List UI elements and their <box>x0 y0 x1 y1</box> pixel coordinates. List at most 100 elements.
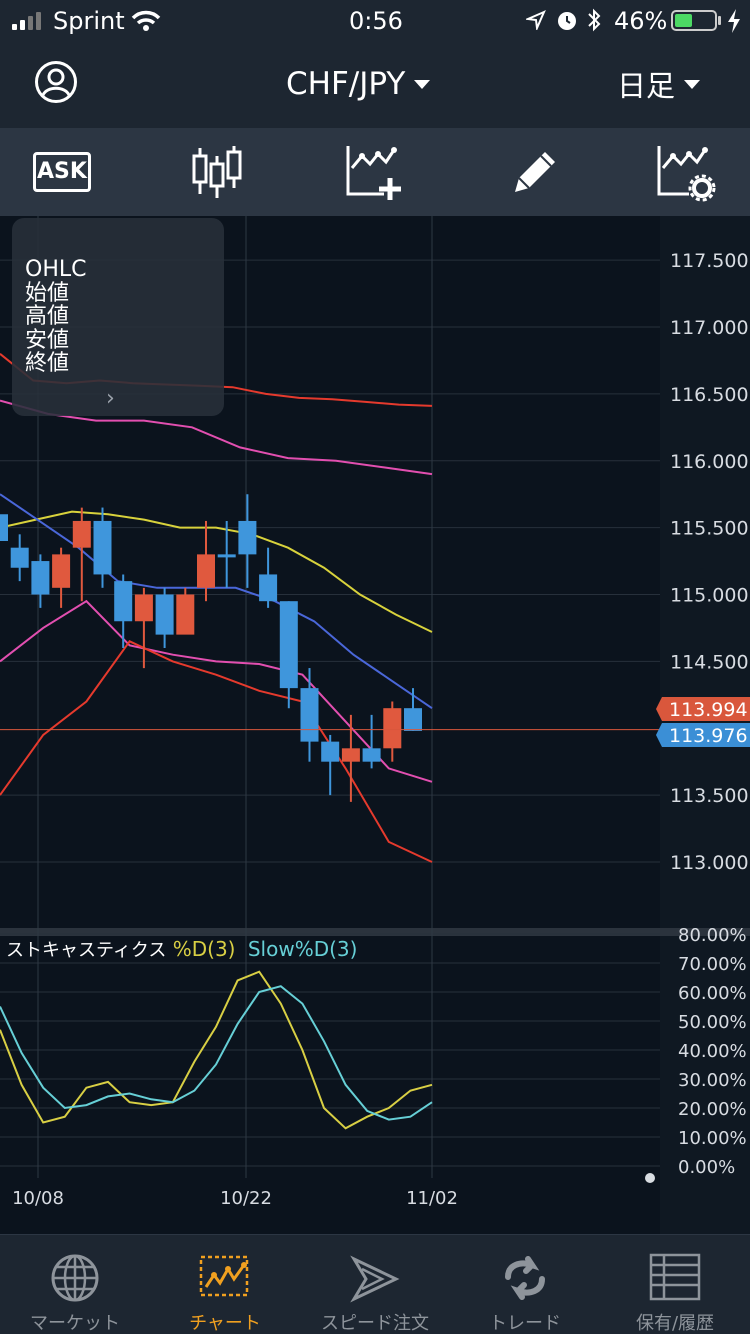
stochastics-d-label: %D(3) <box>172 937 236 961</box>
price-axis-label: 115.000 <box>670 585 749 607</box>
battery-tip <box>718 16 721 25</box>
price-axis-label: 114.500 <box>670 651 749 673</box>
ask-price-tag-arrow <box>656 697 662 721</box>
candle-body <box>362 748 381 762</box>
stochastic-axis-label: 30.00% <box>678 1070 747 1091</box>
price-axis-label: 117.000 <box>670 317 749 339</box>
chevron-right-icon[interactable]: › <box>106 386 115 411</box>
battery-percent: 46% <box>614 7 668 35</box>
price-axis-label: 115.500 <box>670 518 749 540</box>
candle-body <box>300 688 319 742</box>
draw-pencil-icon[interactable] <box>503 142 565 204</box>
candlestick-icon[interactable] <box>186 142 248 204</box>
bluetooth-icon <box>588 8 601 32</box>
tab-chart[interactable]: チャート <box>150 1235 300 1334</box>
candle-body <box>155 594 174 635</box>
stochastic-axis-label: 20.00% <box>678 1099 747 1120</box>
candle-body <box>321 741 340 762</box>
stochastic-axis-label: 60.00% <box>678 983 747 1004</box>
ohlc-low-label: 安値 <box>25 327 70 353</box>
candle-body <box>383 708 402 749</box>
tab-label-market: マーケット <box>30 1313 120 1334</box>
stochastics-slow-d-label: Slow%D(3) <box>247 937 358 961</box>
timeframe-selector[interactable]: 日足 <box>617 64 701 104</box>
bid-price-label: 113.976 <box>669 725 748 747</box>
timeframe-label: 日足 <box>617 69 676 103</box>
carrier-name: Sprint <box>53 7 125 35</box>
charging-bolt-icon <box>728 9 740 33</box>
tab-speed-order[interactable]: スピード注文 <box>300 1235 450 1334</box>
stochastics-legend: ストキャスティクス %D(3) Slow%D(3) <box>6 936 357 962</box>
pair-label: CHF/JPY <box>286 66 406 102</box>
stochastics-title: ストキャスティクス <box>6 940 167 961</box>
ask-price-label: 113.994 <box>669 699 748 721</box>
candle-body <box>31 561 50 595</box>
holdings-list-icon <box>649 1253 701 1301</box>
trade-refresh-icon <box>505 1256 545 1300</box>
price-axis-label: 113.500 <box>670 785 749 807</box>
pair-selector[interactable]: CHF/JPY <box>286 64 431 104</box>
tab-trade[interactable]: トレード <box>450 1235 600 1334</box>
add-indicator-icon[interactable] <box>344 142 406 204</box>
tab-market[interactable]: マーケット <box>0 1235 150 1334</box>
scroll-indicator-dot <box>645 1173 655 1183</box>
alarm-icon <box>558 12 576 30</box>
candle-body <box>134 594 153 622</box>
candle-body <box>10 547 29 568</box>
wifi-icon <box>131 10 161 31</box>
ask-icon: ASK <box>33 152 91 192</box>
price-axis-label: 117.500 <box>670 250 749 272</box>
nav-bar: CHF/JPY 日足 <box>0 40 750 128</box>
candle-body <box>279 601 298 689</box>
chevron-down-icon <box>414 80 431 89</box>
date-axis-label: 11/02 <box>406 1188 458 1209</box>
date-axis-label: 10/22 <box>220 1188 272 1209</box>
ohlc-panel[interactable]: OHLC 始値 高値 安値 終値 › <box>12 218 224 416</box>
tab-label-speed-order: スピード注文 <box>321 1313 429 1334</box>
stochastic-axis-label: 80.00% <box>678 925 747 946</box>
stochastic-series-line-1 <box>0 985 433 1121</box>
stochastic-axis-label: 70.00% <box>678 954 747 975</box>
candle-body <box>93 520 112 575</box>
candle-body <box>259 574 278 602</box>
price-axis-label: 116.500 <box>670 384 749 406</box>
status-bar: Sprint 0:56 46% <box>0 0 750 40</box>
location-arrow-icon <box>526 10 546 30</box>
stochastic-axis-label: 0.00% <box>678 1157 735 1178</box>
candle-body <box>0 514 8 541</box>
chart-icon <box>199 1255 249 1297</box>
candle-body <box>52 554 71 588</box>
date-axis-label: 10/08 <box>12 1188 64 1209</box>
ohlc-close-label: 終値 <box>25 351 70 376</box>
ohlc-title: OHLC <box>25 257 87 282</box>
tab-label-trade: トレード <box>489 1313 561 1334</box>
candle-body <box>72 520 91 548</box>
candle-body <box>238 520 257 555</box>
globe-icon <box>51 1254 99 1302</box>
overlay-line-3 <box>0 493 433 710</box>
tab-holdings[interactable]: 保有/履歴 <box>600 1235 750 1334</box>
candle-body <box>404 708 422 731</box>
tab-bar: マーケット チャート スピード注文 トレード 保有/履歴 <box>0 1234 750 1334</box>
tab-label-chart: チャート <box>189 1313 261 1334</box>
signal-icon <box>12 12 41 30</box>
ask-button[interactable]: ASK <box>31 142 93 204</box>
toolbar: ASK <box>0 128 750 216</box>
pane-divider <box>0 928 750 936</box>
candle-body <box>114 581 133 622</box>
stochastic-axis-label: 40.00% <box>678 1041 747 1062</box>
ohlc-high-label: 高値 <box>25 304 70 329</box>
chevron-down-icon <box>684 80 701 89</box>
price-axis-label: 116.000 <box>670 451 749 473</box>
candle-body <box>176 594 195 635</box>
account-icon[interactable] <box>34 60 78 104</box>
battery-icon <box>671 10 717 31</box>
tab-label-holdings: 保有/履歴 <box>635 1313 715 1334</box>
price-axis-label: 113.000 <box>670 852 749 874</box>
candle-body <box>217 554 236 558</box>
chart-settings-icon[interactable] <box>655 142 717 204</box>
candle-body <box>341 748 360 762</box>
candle-body <box>197 554 215 588</box>
stochastic-axis-label: 50.00% <box>678 1012 747 1033</box>
stochastic-axis-label: 10.00% <box>678 1128 747 1149</box>
